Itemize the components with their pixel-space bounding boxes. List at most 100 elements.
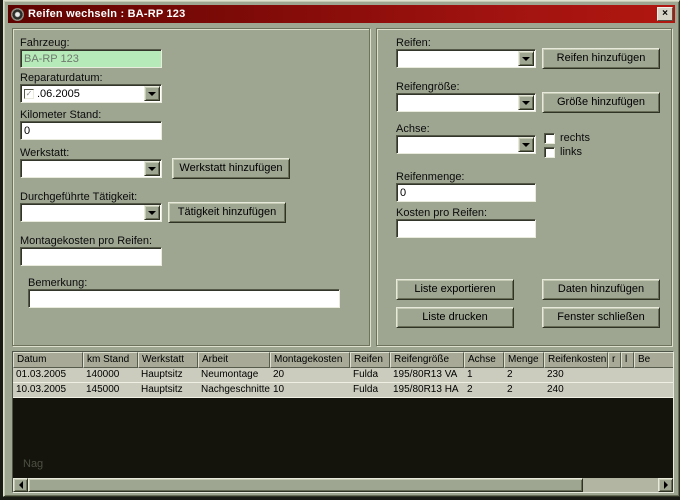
chevron-down-icon xyxy=(148,210,156,215)
montagekosten-field[interactable] xyxy=(20,247,162,266)
column-header-achse[interactable]: Achse xyxy=(464,352,504,368)
scroll-right-button[interactable] xyxy=(658,478,673,492)
cell-menge: 2 xyxy=(507,369,513,380)
taetigkeit-dropdown-button[interactable] xyxy=(144,205,160,220)
liste-drucken-button[interactable]: Liste drucken xyxy=(396,307,514,328)
cell-arbeit: Nachgeschnitten xyxy=(201,384,270,395)
kilometer-field[interactable]: 0 xyxy=(20,121,162,140)
kilometer-value: 0 xyxy=(24,124,31,137)
bemerkung-field[interactable] xyxy=(28,289,340,308)
table-row[interactable]: 10.03.2005 145000 Hauptsitz Nachgeschnit… xyxy=(13,383,673,398)
cell-r xyxy=(608,383,621,397)
taetigkeit-add-button[interactable]: Tätigkeit hinzufügen xyxy=(168,202,286,223)
column-header-reifengroesse[interactable]: Reifengröße xyxy=(390,352,464,368)
fahrzeug-field[interactable]: BA-RP 123 xyxy=(20,49,162,68)
reparaturdatum-value: .06.2005 xyxy=(37,87,80,100)
liste-exportieren-button[interactable]: Liste exportieren xyxy=(396,279,514,300)
column-header-datum[interactable]: Datum xyxy=(13,352,83,368)
app-window: Reifen wechseln : BA-RP 123 × Fahrzeug: … xyxy=(3,0,680,497)
reparaturdatum-label: Reparaturdatum: xyxy=(20,72,103,84)
column-header-werkstatt[interactable]: Werkstatt xyxy=(138,352,198,368)
date-checkbox[interactable]: ✓ xyxy=(24,88,34,99)
reifengroesse-combobox[interactable] xyxy=(396,93,536,112)
chevron-down-icon xyxy=(522,142,530,147)
reifengroesse-label: Reifengröße: xyxy=(396,81,460,93)
cell-montagekosten: 10 xyxy=(273,384,285,395)
column-header-reifen[interactable]: Reifen xyxy=(350,352,390,368)
cell-bemerkung xyxy=(634,383,673,397)
scroll-left-button[interactable] xyxy=(13,478,28,492)
cell-achse: 2 xyxy=(467,384,473,395)
rechts-checkbox-label: rechts xyxy=(560,132,590,144)
werkstatt-add-button[interactable]: Werkstatt hinzufügen xyxy=(172,158,290,179)
records-table: Datum km Stand Werkstatt Arbeit Montagek… xyxy=(12,351,674,493)
chevron-down-icon xyxy=(148,166,156,171)
daten-hinzufuegen-button[interactable]: Daten hinzufügen xyxy=(542,279,660,300)
reifen-label: Reifen: xyxy=(396,37,431,49)
achse-label: Achse: xyxy=(396,123,430,135)
table-header: Datum km Stand Werkstatt Arbeit Montagek… xyxy=(13,352,673,368)
taetigkeit-label: Durchgeführte Tätigkeit: xyxy=(20,191,138,203)
kosten-field[interactable] xyxy=(396,219,536,238)
cell-menge: 2 xyxy=(507,384,513,395)
reifen-combobox[interactable] xyxy=(396,49,536,68)
rechts-checkbox[interactable] xyxy=(544,133,555,144)
reparaturdatum-dropdown-button[interactable] xyxy=(144,86,160,101)
scrollbar-track[interactable] xyxy=(583,478,658,492)
achse-combobox[interactable] xyxy=(396,135,536,154)
check-icon: ✓ xyxy=(25,88,33,98)
scrollbar-thumb[interactable] xyxy=(28,478,583,492)
cell-montagekosten: 20 xyxy=(273,369,285,380)
cell-werkstatt: Hauptsitz xyxy=(141,369,183,380)
reparaturdatum-picker[interactable]: ✓ .06.2005 xyxy=(20,84,162,103)
cell-datum: 10.03.2005 xyxy=(16,384,67,395)
werkstatt-dropdown-button[interactable] xyxy=(144,161,160,176)
bemerkung-label: Bemerkung: xyxy=(28,277,88,289)
reifenmenge-value: 0 xyxy=(400,186,407,199)
montagekosten-label: Montagekosten pro Reifen: xyxy=(20,235,153,247)
cell-reifengroesse: 195/80R13 VA xyxy=(393,369,458,380)
cell-arbeit: Neumontage xyxy=(201,369,259,380)
column-header-arbeit[interactable]: Arbeit xyxy=(198,352,270,368)
werkstatt-label: Werkstatt: xyxy=(20,147,70,159)
cell-l xyxy=(621,368,634,382)
cell-achse: 1 xyxy=(467,369,473,380)
horizontal-scrollbar[interactable] xyxy=(13,478,673,492)
chevron-down-icon xyxy=(148,91,156,96)
column-header-reifenkosten[interactable]: Reifenkosten xyxy=(544,352,608,368)
werkstatt-combobox[interactable] xyxy=(20,159,162,178)
column-header-montagekosten[interactable]: Montagekosten xyxy=(270,352,350,368)
column-header-bemerkung[interactable]: Be xyxy=(634,352,673,368)
cell-reifenkosten: 240 xyxy=(547,384,564,395)
cell-l xyxy=(621,383,634,397)
reifen-add-button[interactable]: Reifen hinzufügen xyxy=(542,48,660,69)
cell-km-stand: 140000 xyxy=(86,369,120,380)
links-checkbox-label: links xyxy=(560,146,583,158)
cell-reifenkosten: 230 xyxy=(547,369,564,380)
groesse-add-button[interactable]: Größe hinzufügen xyxy=(542,92,660,113)
column-header-km-stand[interactable]: km Stand xyxy=(83,352,138,368)
reifengroesse-dropdown-button[interactable] xyxy=(518,95,534,110)
arrow-left-icon xyxy=(18,481,23,489)
table-row[interactable]: 01.03.2005 140000 Hauptsitz Neumontage 2… xyxy=(13,368,673,383)
achse-dropdown-button[interactable] xyxy=(518,137,534,152)
fahrzeug-label: Fahrzeug: xyxy=(20,37,70,49)
reifenmenge-label: Reifenmenge: xyxy=(396,171,465,183)
fenster-schliessen-button[interactable]: Fenster schließen xyxy=(542,307,660,328)
column-header-menge[interactable]: Menge xyxy=(504,352,544,368)
chevron-down-icon xyxy=(522,100,530,105)
reifenmenge-field[interactable]: 0 xyxy=(396,183,536,202)
arrow-right-icon xyxy=(663,481,668,489)
close-button[interactable]: × xyxy=(657,7,673,21)
reifen-dropdown-button[interactable] xyxy=(518,51,534,66)
chevron-down-icon xyxy=(522,56,530,61)
column-header-l[interactable]: l xyxy=(621,352,634,368)
cell-werkstatt: Hauptsitz xyxy=(141,384,183,395)
taetigkeit-combobox[interactable] xyxy=(20,203,162,222)
links-checkbox[interactable] xyxy=(544,147,555,158)
fahrzeug-value: BA-RP 123 xyxy=(24,52,79,65)
app-icon xyxy=(11,7,24,21)
cell-reifengroesse: 195/80R13 HA xyxy=(393,384,459,395)
column-header-r[interactable]: r xyxy=(608,352,621,368)
titlebar[interactable]: Reifen wechseln : BA-RP 123 × xyxy=(8,5,675,23)
